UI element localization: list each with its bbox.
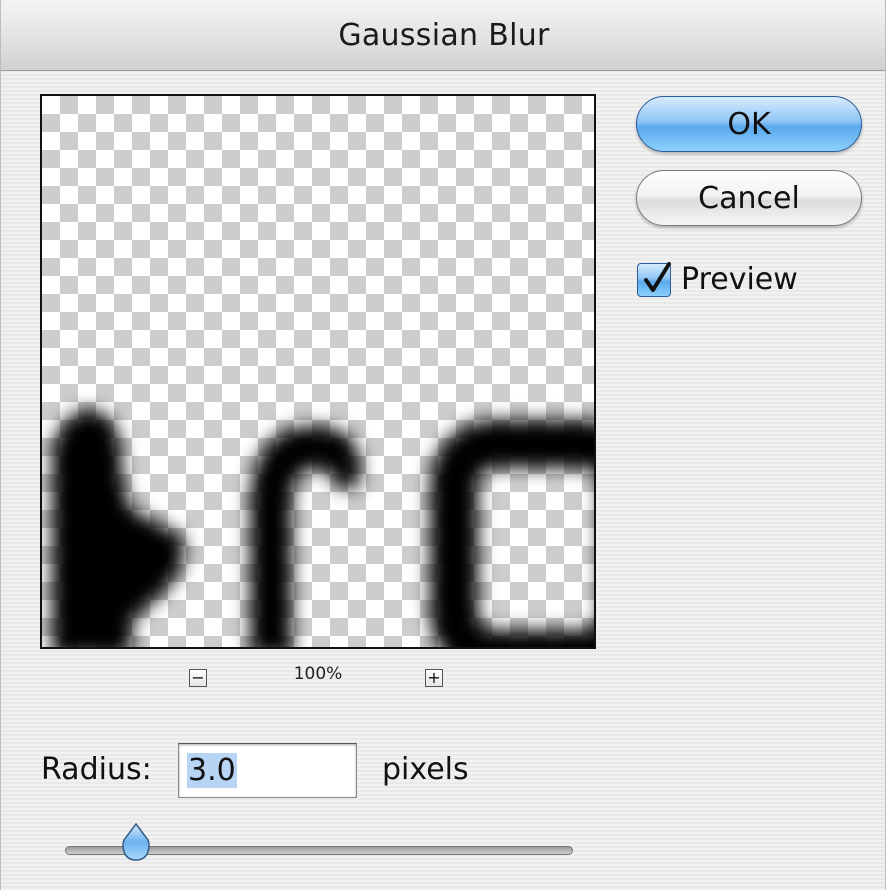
radius-input[interactable]: 3.0 (178, 743, 357, 798)
cancel-button-label: Cancel (698, 180, 800, 216)
blurred-text-preview-image (52, 409, 594, 647)
ok-button-label: OK (727, 106, 771, 142)
zoom-level: 100% (293, 664, 343, 684)
radius-label: Radius: (41, 752, 152, 787)
preview-checkbox[interactable] (637, 261, 671, 297)
gaussian-blur-dialog: Gaussian Blur − 100% + OK Cancel Preview… (0, 0, 886, 890)
ok-button[interactable]: OK (636, 96, 862, 152)
radius-value: 3.0 (187, 753, 237, 788)
title-bar[interactable]: Gaussian Blur (1, 0, 885, 71)
slider-thumb-icon[interactable] (121, 822, 151, 864)
preview-canvas[interactable] (40, 94, 596, 649)
window-title: Gaussian Blur (338, 17, 550, 53)
zoom-in-button[interactable]: + (425, 669, 443, 687)
preview-checkbox-row[interactable]: Preview (637, 261, 798, 297)
checkmark-icon (644, 261, 671, 292)
radius-unit-label: pixels (382, 752, 469, 787)
preview-checkbox-label: Preview (681, 262, 798, 297)
zoom-out-button[interactable]: − (189, 669, 207, 687)
cancel-button[interactable]: Cancel (636, 170, 862, 226)
